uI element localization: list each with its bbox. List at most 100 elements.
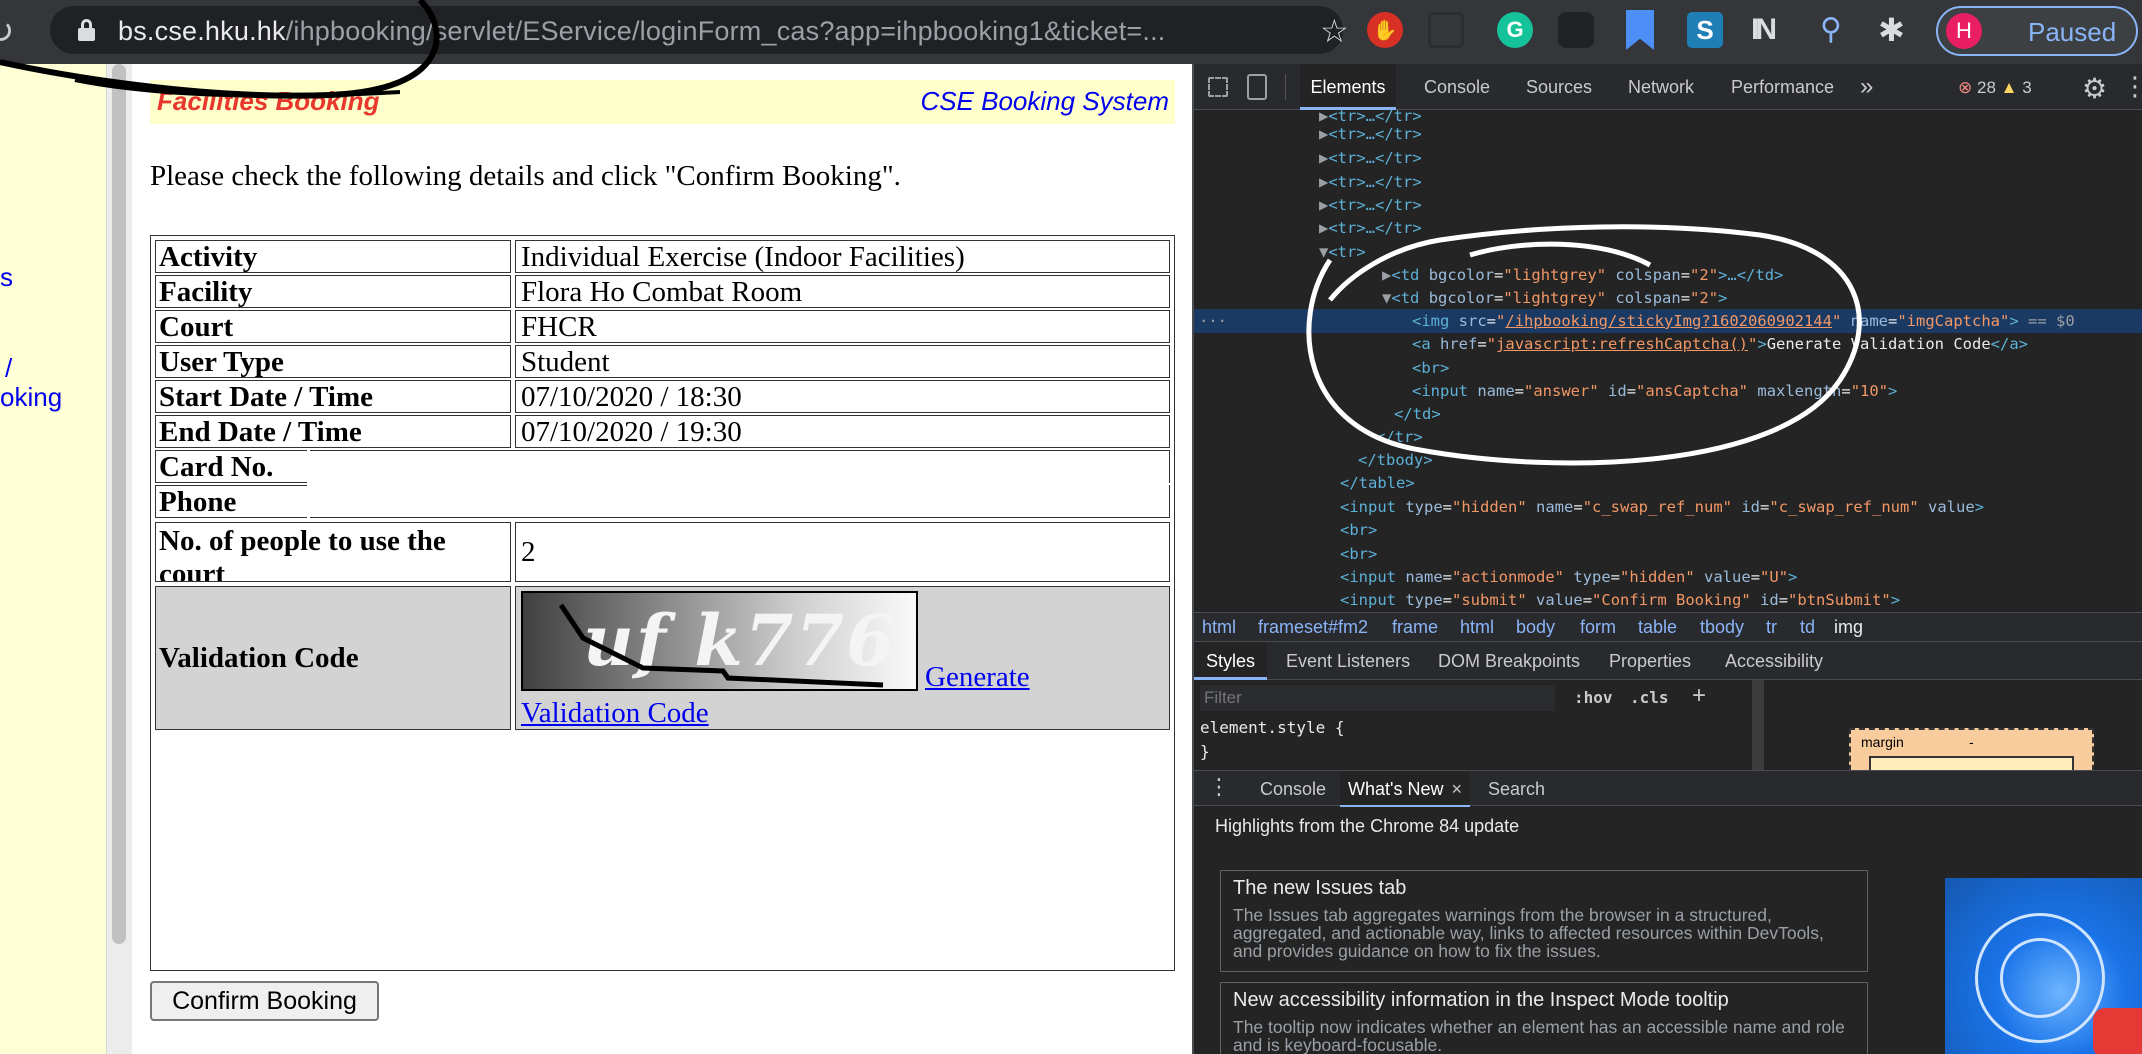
breadcrumb[interactable]: td bbox=[1800, 613, 1815, 641]
reload-icon[interactable]: ↻ bbox=[0, 12, 15, 52]
tab-dom-breakpoints[interactable]: DOM Breakpoints bbox=[1438, 642, 1580, 680]
warning-icon: ▲ bbox=[2000, 78, 2018, 97]
breadcrumb-current[interactable]: img bbox=[1834, 613, 1863, 641]
dom-node[interactable]: <br> bbox=[1340, 518, 2142, 542]
whats-new-video-thumbnail[interactable] bbox=[1945, 878, 2142, 1054]
breadcrumb[interactable]: frame bbox=[1392, 613, 1438, 641]
booking-details-table: Activity Individual Exercise (Indoor Fac… bbox=[150, 235, 1175, 971]
extensions-puzzle-icon[interactable]: ✱ bbox=[1878, 12, 1914, 48]
frame-scrollbar-thumb[interactable] bbox=[112, 64, 126, 944]
profile-button[interactable]: H Paused bbox=[1936, 6, 2138, 56]
generate-validation-code-link[interactable]: Generate bbox=[925, 661, 1030, 694]
pin-extension-icon[interactable]: ⚲ bbox=[1820, 12, 1856, 48]
row-value: 07/10/2020 / 19:30 bbox=[515, 415, 1170, 448]
tab-network[interactable]: Network bbox=[1628, 64, 1694, 110]
row-value: Flora Ho Combat Room bbox=[515, 275, 1170, 308]
row-label: Facility bbox=[155, 275, 511, 308]
dom-node[interactable]: ▶<tr>…</tr> bbox=[1319, 216, 2142, 240]
left-nav-link-fragment[interactable]: s bbox=[0, 262, 13, 293]
tab-styles[interactable]: Styles bbox=[1194, 642, 1268, 680]
dom-node[interactable]: ▶<tr>…</tr> bbox=[1319, 146, 2142, 170]
dom-node[interactable]: <input name="actionmode" type="hidden" v… bbox=[1340, 565, 2142, 589]
styles-scrollbar[interactable] bbox=[1752, 680, 1764, 780]
breadcrumb[interactable]: tbody bbox=[1700, 613, 1744, 641]
element-style-rule[interactable]: element.style { bbox=[1200, 718, 1345, 737]
hover-state-button[interactable]: :hov bbox=[1574, 688, 1613, 707]
address-bar[interactable]: bs.cse.hku.hk/ihpbooking/servlet/EServic… bbox=[50, 6, 1349, 54]
bookmark-extension-icon[interactable] bbox=[1626, 10, 1654, 50]
breadcrumb[interactable]: frameset#fm2 bbox=[1258, 613, 1368, 641]
url-text[interactable]: bs.cse.hku.hk/ihpbooking/servlet/EServic… bbox=[118, 16, 1166, 47]
tab-extension-icon[interactable] bbox=[1428, 12, 1464, 48]
dom-node[interactable]: ▶<tr>…</tr> bbox=[1319, 193, 2142, 217]
generate-validation-code-link[interactable]: Validation Code bbox=[521, 697, 709, 729]
n-extension-icon[interactable]: IN bbox=[1751, 12, 1787, 48]
dom-node[interactable]: ▼<tr> bbox=[1319, 240, 2142, 264]
drawer-menu-icon[interactable]: ⋮ bbox=[1208, 775, 1230, 800]
frame-scrollbar[interactable] bbox=[106, 64, 132, 1054]
tab-event-listeners[interactable]: Event Listeners bbox=[1286, 642, 1410, 680]
dom-node[interactable]: </tbody> bbox=[1358, 448, 2142, 472]
drawer-tab-whats-new[interactable]: What's New × bbox=[1340, 771, 1470, 807]
device-toolbar-icon[interactable] bbox=[1247, 74, 1267, 100]
lock-icon[interactable] bbox=[78, 19, 95, 41]
stop-hand-extension-icon[interactable]: ✋ bbox=[1367, 12, 1403, 48]
dom-node[interactable]: <br> bbox=[1340, 542, 2142, 566]
tab-console[interactable]: Console bbox=[1424, 64, 1490, 110]
thumbnail-ring bbox=[2000, 938, 2080, 1018]
issues-counter[interactable]: ⊗ 28 ▲ 3 bbox=[1958, 78, 2032, 98]
dom-node[interactable]: </td> bbox=[1394, 402, 2142, 426]
close-icon[interactable]: × bbox=[1451, 779, 1462, 799]
validation-label: Validation Code bbox=[155, 586, 511, 730]
breadcrumb[interactable]: body bbox=[1516, 613, 1555, 641]
element-style-rule-close: } bbox=[1200, 742, 1210, 761]
row-label: Court bbox=[155, 310, 511, 343]
tab-sources[interactable]: Sources bbox=[1526, 64, 1592, 110]
gear-icon[interactable]: ⚙ bbox=[2082, 72, 2107, 105]
class-toggle-button[interactable]: .cls bbox=[1630, 688, 1669, 707]
breadcrumb[interactable]: form bbox=[1580, 613, 1616, 641]
row-label: Start Date / Time bbox=[155, 380, 511, 413]
box-model-margin-value[interactable]: - bbox=[1969, 734, 1974, 750]
s-extension-icon[interactable]: S bbox=[1687, 12, 1723, 48]
left-nav-link-fragment[interactable]: / bbox=[5, 353, 12, 384]
whats-new-card[interactable]: New accessibility information in the Ins… bbox=[1220, 982, 1868, 1054]
play-icon[interactable] bbox=[2093, 1008, 2142, 1054]
grammarly-extension-icon[interactable]: G bbox=[1497, 12, 1533, 48]
dom-node[interactable]: <input type="hidden" name="c_swap_ref_nu… bbox=[1340, 495, 2142, 519]
dom-node[interactable]: ▶<tr>…</tr> bbox=[1319, 122, 2142, 146]
more-tabs-button[interactable]: » bbox=[1860, 64, 1873, 110]
dom-node[interactable]: <input name="answer" id="ansCaptcha" max… bbox=[1412, 379, 2142, 403]
left-nav-link-fragment[interactable]: oking bbox=[0, 382, 62, 413]
bookmark-star-icon[interactable]: ☆ bbox=[1320, 12, 1349, 50]
dom-node[interactable]: </table> bbox=[1340, 471, 2142, 495]
breadcrumb[interactable]: table bbox=[1638, 613, 1677, 641]
dom-node[interactable]: <a href="javascript:refreshCaptcha()">Ge… bbox=[1412, 332, 2142, 356]
url-host: bs.cse.hku.hk bbox=[118, 16, 286, 46]
table-row: No. of people to use the court 2 bbox=[155, 522, 1170, 582]
breadcrumb[interactable]: html bbox=[1202, 613, 1236, 641]
dom-node[interactable]: ▶<tr>…</tr> bbox=[1319, 170, 2142, 194]
styles-filter-input[interactable] bbox=[1200, 685, 1555, 711]
tab-performance[interactable]: Performance bbox=[1731, 64, 1834, 110]
whats-new-card[interactable]: The new Issues tab The Issues tab aggreg… bbox=[1220, 870, 1868, 972]
tab-elements[interactable]: Elements bbox=[1300, 64, 1396, 110]
dom-node[interactable]: </tr> bbox=[1376, 425, 2142, 449]
dom-node[interactable]: ▶<td bgcolor="lightgrey" colspan="2">…</… bbox=[1382, 263, 2142, 287]
confirm-booking-button[interactable]: Confirm Booking bbox=[150, 981, 379, 1021]
inspect-element-icon[interactable] bbox=[1208, 77, 1228, 97]
dom-node[interactable]: <input type="submit" value="Confirm Book… bbox=[1340, 588, 2142, 612]
dom-node[interactable]: ▼<td bgcolor="lightgrey" colspan="2"> bbox=[1382, 286, 2142, 310]
new-style-rule-button[interactable]: + bbox=[1692, 682, 1706, 710]
dom-node-selected[interactable]: ··· <img src="/ihpbooking/stickyImg?16020… bbox=[1194, 309, 2142, 333]
dark-extension-icon[interactable] bbox=[1558, 12, 1594, 48]
tab-accessibility[interactable]: Accessibility bbox=[1725, 642, 1823, 680]
breadcrumb[interactable]: tr bbox=[1766, 613, 1777, 641]
profile-status: Paused bbox=[2028, 17, 2117, 47]
dom-node[interactable]: <br> bbox=[1412, 356, 2142, 380]
drawer-tab-search[interactable]: Search bbox=[1478, 771, 1555, 807]
tab-properties[interactable]: Properties bbox=[1609, 642, 1691, 680]
breadcrumb[interactable]: html bbox=[1460, 613, 1494, 641]
drawer-tab-console[interactable]: Console bbox=[1246, 771, 1340, 807]
more-options-icon[interactable]: ⋮ bbox=[2122, 72, 2142, 102]
